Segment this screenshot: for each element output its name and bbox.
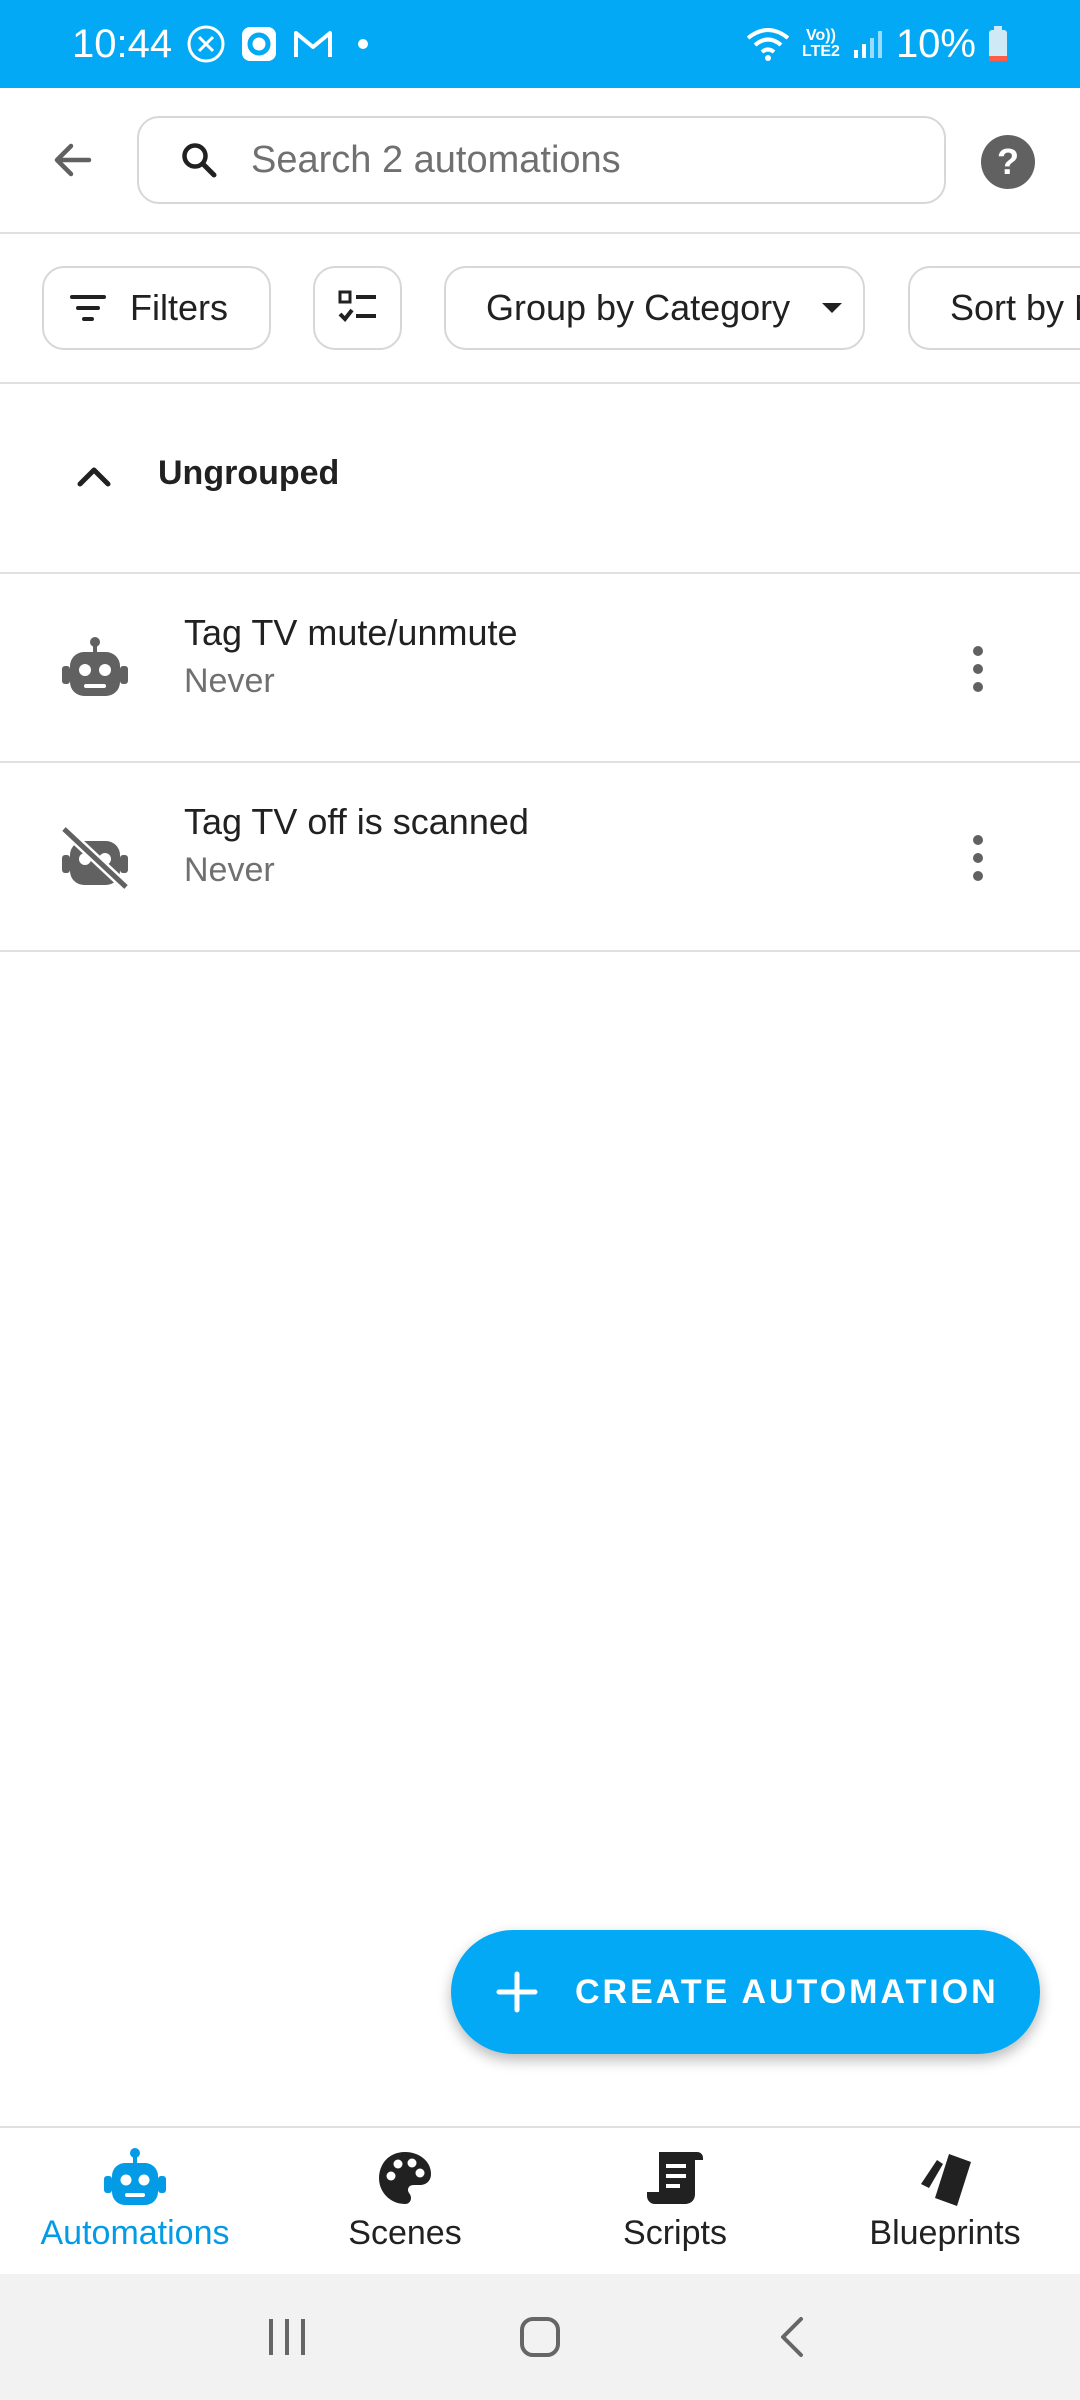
nav-label: Automations xyxy=(40,2214,230,2252)
sort-by-dropdown[interactable]: Sort by Name xyxy=(908,266,1080,350)
app-notification-icon xyxy=(240,25,278,63)
search-icon xyxy=(182,143,217,178)
nav-blueprints[interactable]: Blueprints xyxy=(810,2128,1080,2274)
group-title: Ungrouped xyxy=(158,454,340,492)
nav-label: Scenes xyxy=(348,2214,462,2252)
bottom-navigation: Automations Scenes Scripts Blueprints xyxy=(0,2126,1080,2274)
robot-icon xyxy=(104,2148,166,2205)
arrow-left-icon xyxy=(54,143,92,177)
search-field[interactable] xyxy=(137,116,946,204)
more-vertical-icon xyxy=(973,835,983,881)
system-back-button[interactable] xyxy=(748,2292,838,2382)
selection-mode-button[interactable] xyxy=(313,266,402,350)
filter-icon xyxy=(70,295,106,321)
filter-chip-bar: Filters Group by Category Sort by Name xyxy=(0,234,1080,384)
back-button[interactable] xyxy=(25,112,121,208)
robot-off-icon xyxy=(60,825,130,891)
automation-last-triggered: Never xyxy=(184,851,275,889)
wifi-icon xyxy=(746,26,790,62)
nav-automations[interactable]: Automations xyxy=(0,2128,270,2274)
volte-lte-indicator: Vo)) LTE2 xyxy=(802,27,840,60)
automation-row[interactable]: Tag TV mute/unmute Never xyxy=(0,574,1080,763)
signal-icon xyxy=(852,28,884,60)
blueprint-icon xyxy=(921,2154,971,2206)
search-input[interactable] xyxy=(251,138,871,182)
status-time: 10:44 xyxy=(72,21,173,66)
sort-by-label: Sort by Name xyxy=(950,287,1080,328)
create-automation-button[interactable]: CREATE AUTOMATION xyxy=(451,1930,1040,2054)
nav-scenes[interactable]: Scenes xyxy=(270,2128,540,2274)
home-button[interactable] xyxy=(495,2292,585,2382)
notification-dot-icon xyxy=(358,39,369,49)
checklist-icon xyxy=(338,290,376,323)
chevron-up-icon[interactable] xyxy=(72,454,116,498)
nav-scripts[interactable]: Scripts xyxy=(540,2128,810,2274)
palette-icon xyxy=(379,2152,431,2204)
overflow-menu-button[interactable] xyxy=(948,624,1008,714)
help-button[interactable]: ? xyxy=(978,132,1038,192)
create-automation-label: CREATE AUTOMATION xyxy=(575,1972,999,2011)
battery-icon xyxy=(988,26,1008,62)
nav-label: Blueprints xyxy=(869,2214,1021,2252)
group-header[interactable]: Ungrouped xyxy=(0,384,1080,574)
group-by-dropdown[interactable]: Group by Category xyxy=(444,266,865,350)
filters-label: Filters xyxy=(130,287,228,328)
more-vertical-icon xyxy=(973,646,983,692)
svg-text:?: ? xyxy=(997,141,1019,182)
automation-name: Tag TV off is scanned xyxy=(184,801,529,842)
overflow-menu-button[interactable] xyxy=(948,813,1008,903)
filters-button[interactable]: Filters xyxy=(42,266,271,350)
gmail-icon xyxy=(292,27,334,61)
battery-percentage: 10% xyxy=(895,21,976,66)
nav-label: Scripts xyxy=(623,2214,727,2252)
plus-icon xyxy=(496,1971,538,2013)
caret-down-icon xyxy=(822,303,843,313)
recent-apps-icon xyxy=(268,2319,305,2355)
group-by-label: Group by Category xyxy=(486,287,791,328)
script-icon xyxy=(647,2152,703,2204)
home-icon xyxy=(519,2317,560,2357)
robot-icon xyxy=(62,637,128,696)
help-circle-icon: ? xyxy=(981,135,1035,189)
chevron-left-icon xyxy=(781,2317,804,2357)
automation-row[interactable]: Tag TV off is scanned Never xyxy=(0,763,1080,952)
close-circle-icon xyxy=(186,24,226,64)
recent-apps-button[interactable] xyxy=(242,2292,332,2382)
status-bar: 10:44 Vo)) LTE2 10% xyxy=(0,0,1080,88)
top-toolbar: ? xyxy=(0,88,1080,234)
system-navigation-bar xyxy=(0,2274,1080,2400)
automation-last-triggered: Never xyxy=(184,662,275,700)
automation-name: Tag TV mute/unmute xyxy=(184,612,518,653)
